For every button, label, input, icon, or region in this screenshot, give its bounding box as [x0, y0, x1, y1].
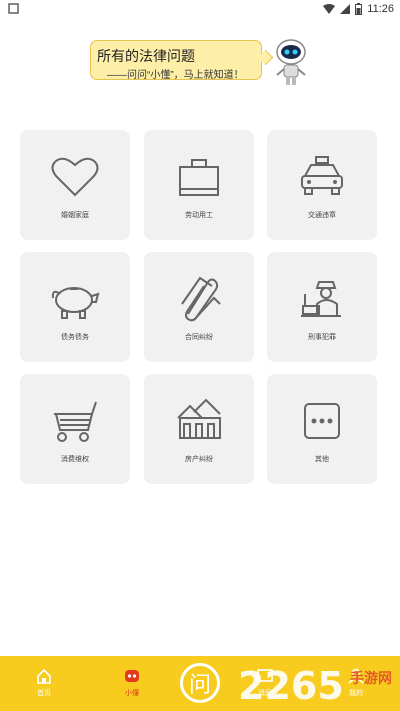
- category-card-other[interactable]: 其他: [267, 374, 377, 484]
- tab-home[interactable]: 首页: [14, 656, 74, 711]
- status-bar: 11:26: [0, 0, 400, 18]
- briefcase-icon: [179, 159, 219, 196]
- status-right: 11:26: [323, 1, 394, 17]
- category-card-labor[interactable]: 劳动用工: [144, 130, 254, 240]
- category-label: 刑事犯罪: [308, 334, 336, 341]
- category-card-criminal[interactable]: 刑事犯罪: [267, 252, 377, 362]
- watermark-number: 2265: [238, 664, 344, 708]
- tab-label: 首页: [37, 690, 51, 697]
- category-label: 合同纠纷: [185, 334, 213, 341]
- category-label: 房产纠纷: [185, 456, 213, 463]
- tab-label: 小懂: [125, 690, 139, 697]
- status-time: 11:26: [367, 3, 394, 15]
- category-card-property[interactable]: 房产纠纷: [144, 374, 254, 484]
- wifi-icon: [323, 4, 336, 14]
- home-icon: [37, 668, 51, 684]
- officer-icon: [301, 281, 341, 317]
- heart-icon: [51, 157, 99, 197]
- category-label: 婚姻家庭: [61, 212, 89, 219]
- battery-icon: [355, 3, 363, 15]
- category-label: 消费维权: [61, 456, 89, 463]
- banner-subtitle: ——问问“小懂”，马上就知道！: [107, 70, 244, 81]
- notification-icon: [8, 3, 19, 14]
- slogan-banner: 所有的法律问题 ——问问“小懂”，马上就知道！: [90, 38, 274, 82]
- banner-title: 所有的法律问题: [97, 48, 195, 64]
- robot-mascot-icon: [276, 39, 306, 85]
- ask-button[interactable]: 问: [180, 663, 220, 703]
- category-card-consumer[interactable]: 消费维权: [20, 374, 130, 484]
- category-label: 其他: [315, 456, 329, 463]
- shopping-cart-icon: [54, 401, 97, 442]
- signal-icon: [340, 4, 351, 14]
- taxi-icon: [301, 156, 343, 195]
- watermark-text: 手游网: [350, 670, 392, 686]
- more-icon: [304, 403, 340, 439]
- speech-bubble: 所有的法律问题 ——问问“小懂”，马上就知道！: [90, 40, 262, 81]
- category-card-contract[interactable]: 合同纠纷: [144, 252, 254, 362]
- category-label: 债务债务: [61, 334, 89, 341]
- paperclip-icon: [181, 276, 221, 322]
- category-card-debt[interactable]: 债务债务: [20, 252, 130, 362]
- category-label: 交通违章: [308, 212, 336, 219]
- robot-icon: [125, 670, 139, 682]
- piggy-bank-icon: [51, 287, 100, 319]
- category-label: 劳动用工: [185, 212, 213, 219]
- category-card-marriage[interactable]: 婚姻家庭: [20, 130, 130, 240]
- tab-xiaodong[interactable]: 小懂: [102, 656, 162, 711]
- house-icon: [177, 398, 221, 439]
- category-card-traffic[interactable]: 交通违章: [267, 130, 377, 240]
